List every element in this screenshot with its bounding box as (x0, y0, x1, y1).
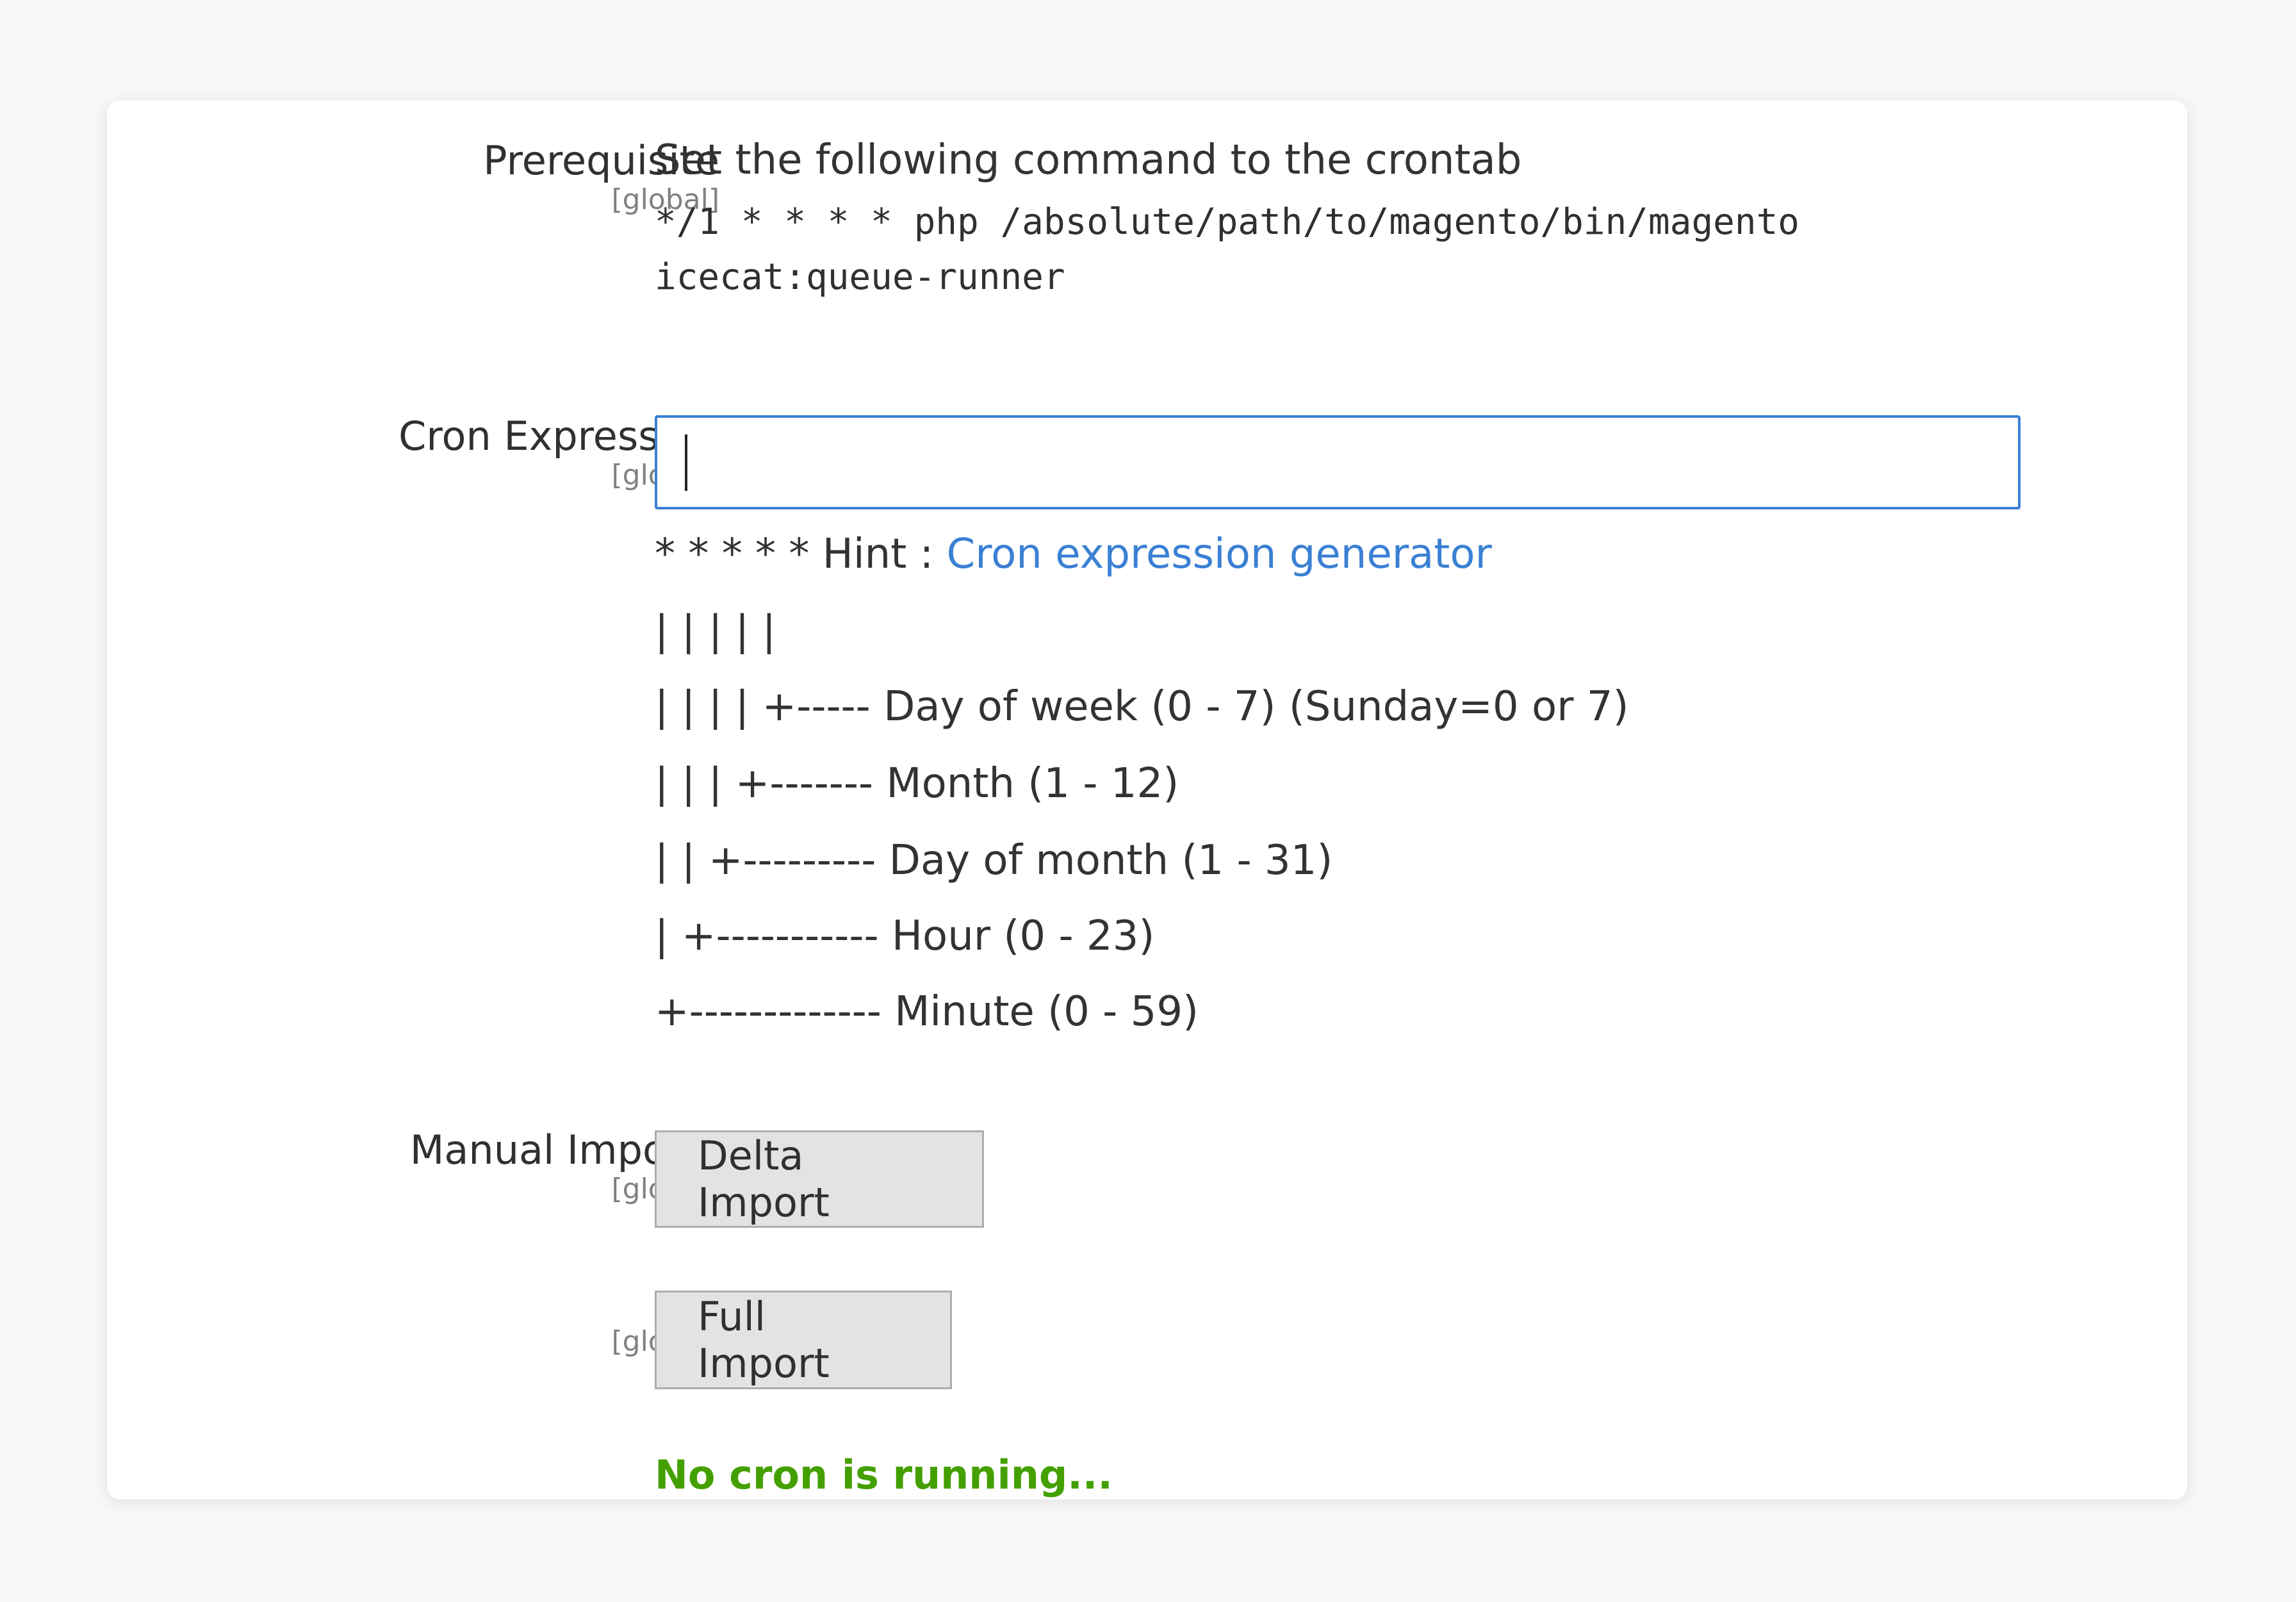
cron-expression-generator-link[interactable]: Cron expression generator (947, 531, 1492, 578)
full-import-button[interactable]: Full Import (655, 1291, 952, 1389)
cron-guide-line-2: | | | | +----- Day of week (0 - 7) (Sund… (655, 683, 1629, 731)
cron-guide-line-4: | | +--------- Day of month (1 - 31) (655, 837, 1333, 884)
prerequisite-value: Set the following command to the crontab… (655, 136, 1800, 305)
config-panel: Prerequisite [global] Set the following … (107, 101, 2187, 1499)
crontab-command-line-2: icecat:queue-runner (655, 256, 1065, 298)
delta-import-button[interactable]: Delta Import (655, 1130, 984, 1228)
cron-guide-line-1: | | | | | (655, 607, 776, 655)
crontab-command-line-1: */1 * * * * php /absolute/path/to/magent… (655, 201, 1800, 243)
cron-guide-line-6: +------------- Minute (0 - 59) (655, 988, 1199, 1036)
text-caret (685, 434, 687, 491)
cron-guide-line-3: | | | +------- Month (1 - 12) (655, 760, 1179, 807)
cron-hint: * * * * * Hint : Cron expression generat… (655, 530, 1492, 579)
cron-status-message: No cron is running... (655, 1451, 1113, 1498)
prerequisite-comment: Set the following command to the crontab (655, 136, 1522, 184)
cron-hint-prefix: * * * * * Hint : (655, 531, 947, 578)
cron-expression-input[interactable] (655, 415, 2021, 509)
cron-guide-line-5: | +----------- Hour (0 - 23) (655, 912, 1155, 960)
